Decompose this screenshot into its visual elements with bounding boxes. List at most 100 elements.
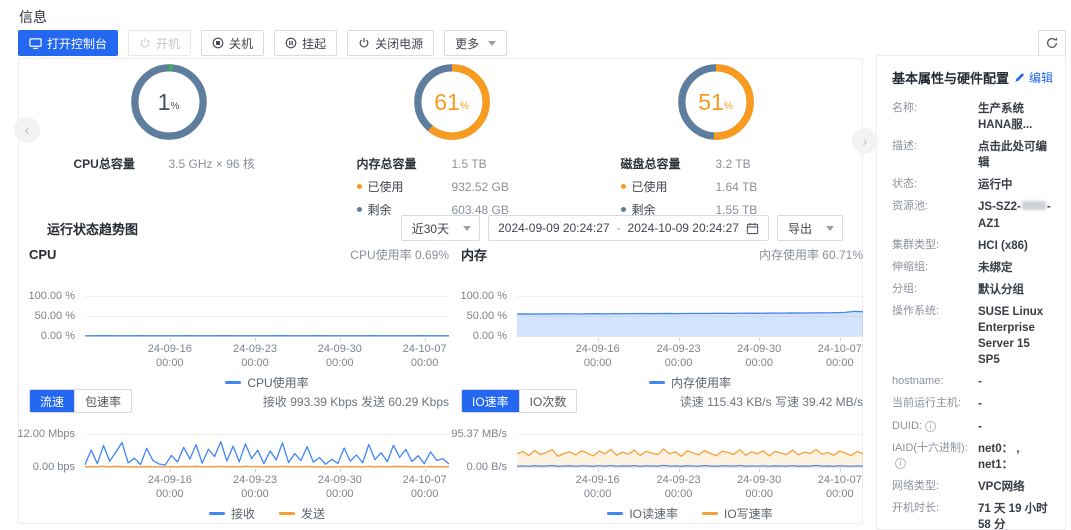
tab-io-rate[interactable]: IO速率 — [462, 390, 519, 412]
gridline — [517, 467, 863, 468]
x-axis-date: 24-09-30 — [737, 474, 782, 486]
date-range-input[interactable]: 2024-09-09 20:24:27 - 2024-10-09 20:24:2… — [488, 215, 769, 241]
button-label: 关闭电源 — [375, 36, 424, 51]
legend-dash-icon — [279, 512, 295, 515]
power-on-button[interactable]: 开机 — [128, 30, 192, 56]
field-value-prefix: JS-SZ2- — [978, 201, 1021, 214]
tab-traffic-rate[interactable]: 流速 — [30, 390, 75, 412]
legend-item[interactable]: 发送 — [279, 505, 325, 522]
gridline — [517, 336, 863, 337]
memory-gauge-total: 1.5 TB — [451, 157, 487, 171]
cpu-trend-chart: CPU CPU使用率 0.69% 100.00 % 50.00 % 0.00 % 2… — [29, 245, 449, 391]
more-button[interactable]: 更多 — [444, 30, 508, 56]
x-axis-time: 00:00 — [410, 488, 439, 501]
x-axis-time: 00:00 — [745, 357, 773, 370]
disk-gauge-title: 磁盘总容量 — [620, 157, 681, 171]
cpu-current-usage: CPU使用率 0.69% — [350, 247, 449, 262]
x-axis-date: 24-09-16 — [147, 343, 192, 355]
field-value: - — [978, 398, 982, 411]
gauge-legend-row: 已使用 1.64 TB — [620, 178, 811, 195]
range-select[interactable]: 近30天 — [400, 215, 481, 241]
field-value: 71 天 19 小时 58 分 — [978, 502, 1048, 530]
x-axis-label: 24-09-30 00:00 — [737, 338, 781, 371]
panel-field-row: 伸缩组: 未绑定 — [892, 260, 1053, 276]
power-off-icon — [358, 37, 370, 49]
cpu-gauge: 1% CPU总容量 3.5 GHz × 96 核 — [61, 63, 276, 178]
memory-gauge-title: 内存总容量 — [356, 157, 417, 171]
x-axis-date: 24-09-23 — [656, 474, 701, 486]
x-axis-time: 00:00 — [664, 357, 693, 370]
redacted-text — [1021, 201, 1046, 211]
field-label: 当前运行主机: — [892, 397, 962, 410]
disk-gauge-value: 51% — [698, 88, 733, 115]
legend-item[interactable]: 接收 — [208, 505, 255, 522]
x-axis-label: 24-09-30 00:00 — [318, 469, 362, 502]
y-axis-label: 0.00 B/s — [466, 461, 507, 473]
range-select-value: 近30天 — [411, 221, 450, 236]
tab-io-count[interactable]: IO次数 — [518, 390, 577, 412]
y-axis-label: 50.00 % — [466, 310, 507, 322]
properties-panel: 基本属性与硬件配置 编辑 名称: 生产系统HANA服... 描述: 点击此处可编辑 状态… — [876, 55, 1066, 530]
legend-dot-icon — [620, 184, 626, 189]
x-axis-date: 24-09-30 — [317, 343, 362, 355]
cpu-gauge-title: CPU总容量 — [73, 157, 135, 171]
legend-dash-icon — [225, 381, 242, 384]
mem-chart-canvas — [517, 296, 863, 336]
suspend-button[interactable]: 挂起 — [274, 30, 338, 56]
field-value: SUSE Linux Enterprise Server 15 SP5 — [978, 305, 1044, 367]
button-label: 开机 — [156, 36, 181, 51]
disk-gauge: 51% 磁盘总容量 3.2 TB 已使用 1.64 TB 剩余 1.55 TB — [608, 63, 823, 224]
x-axis-date: 24-09-23 — [232, 343, 278, 355]
x-axis-label: 24-10-07 00:00 — [818, 338, 862, 371]
calendar-icon — [746, 222, 759, 235]
console-icon — [29, 37, 42, 50]
cpu-chart-canvas — [85, 296, 449, 336]
legend-item[interactable]: IO写速率 — [702, 505, 773, 522]
open-console-button[interactable]: 打开控制台 — [18, 30, 119, 56]
panel-fields: 名称: 生产系统HANA服... 描述: 点击此处可编辑 状态: 运行中 资源池: JS-SZ… — [892, 101, 1053, 530]
disk-gauge-title-row: 磁盘总容量 3.2 TB — [621, 155, 811, 172]
cpu-gauge-title-row: CPU总容量 3.5 GHz × 96 核 — [74, 155, 264, 172]
cpu-gauge-total: 3.5 GHz × 96 核 — [168, 157, 255, 171]
edit-button[interactable]: 编辑 — [1014, 69, 1053, 86]
panel-field-row: 集群类型: HCI (x86) — [892, 238, 1053, 254]
tab-packet-rate[interactable]: 包速率 — [74, 390, 132, 412]
gauge-legend-value: 1.64 TB — [715, 180, 758, 194]
y-axis-label: 100.00 % — [460, 290, 507, 302]
legend-item[interactable]: IO读速率 — [607, 505, 678, 522]
refresh-button[interactable] — [1038, 30, 1066, 56]
field-value: - — [978, 420, 982, 433]
export-select[interactable]: 导出 — [776, 215, 843, 241]
memory-donut: 61% — [413, 63, 491, 141]
page-title: 信息 — [19, 9, 47, 25]
x-axis-label: 24-09-16 00:00 — [147, 338, 192, 371]
field-value: net0： , net1： — [978, 442, 1020, 471]
x-axis-date: 24-09-23 — [232, 474, 278, 486]
export-select-value: 导出 — [787, 221, 812, 236]
trend-controls: 近30天 2024-09-09 20:24:27 - 2024-10-09 20… — [400, 215, 843, 241]
field-label: 网络类型: — [892, 479, 940, 492]
info-icon[interactable]: i — [895, 458, 906, 470]
power-off-button[interactable]: 关闭电源 — [347, 30, 435, 56]
carousel-prev-button[interactable]: ‹ — [14, 117, 40, 143]
caret-down-icon — [488, 40, 497, 46]
date-end: 2024-10-09 20:24:27 — [627, 221, 739, 235]
caret-down-icon — [826, 225, 834, 231]
info-icon[interactable]: i — [924, 420, 936, 432]
cpu-donut: 1% — [130, 63, 208, 141]
button-label: 关机 — [229, 36, 254, 51]
field-value: 默认分组 — [978, 283, 1024, 296]
io-chart-canvas — [517, 434, 863, 467]
panel-field-row: hostname: - — [892, 374, 1053, 390]
network-current-stats: 接收 993.39 Kbps 发送 60.29 Kbps — [262, 394, 449, 409]
carousel-next-button[interactable]: › — [852, 128, 878, 154]
y-axis-label: 12.00 Mbps — [17, 428, 75, 440]
legend-label: IO写速率 — [724, 507, 773, 521]
field-value: 点击此处可编辑 — [978, 141, 1047, 170]
y-axis-label: 100.00 % — [28, 290, 75, 302]
memory-gauge-title-row: 内存总容量 1.5 TB — [357, 155, 547, 172]
field-value: JS-SZ2- -AZ1 — [978, 199, 1053, 231]
shutdown-button[interactable]: 关机 — [201, 30, 265, 56]
cpu-gauge-value: 1% — [157, 88, 180, 115]
network-chart-tabs: 流速 包速率 — [29, 389, 133, 413]
